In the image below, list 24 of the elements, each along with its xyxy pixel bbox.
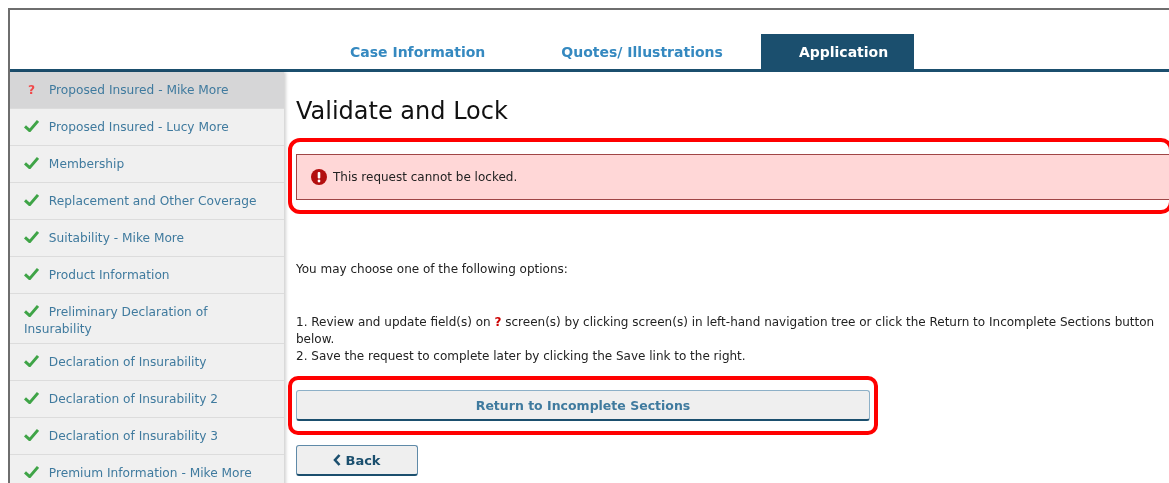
tab[interactable]: Application <box>760 34 914 69</box>
sidebar-item[interactable]: Membership <box>10 146 284 183</box>
tab[interactable]: Quotes/ Illustrations <box>523 34 761 69</box>
sidebar-item[interactable]: ? Proposed Insured - Mike More <box>10 72 284 109</box>
sidebar-item[interactable]: Product Information <box>10 257 284 294</box>
error-icon <box>311 169 327 185</box>
sidebar-item[interactable]: Declaration of Insurability 2 <box>10 381 284 418</box>
option-text: 1. Review and update field(s) on ? screen(s) by clicking screen(s) in left-hand navigation tree or click the Return to Incomplete Sections button below. <box>296 314 1156 348</box>
option-text: 2. Save the request to complete later by clicking the Save link to the right. <box>296 348 747 365</box>
sidebar-item[interactable]: Preliminary Declaration of Insurability <box>10 294 284 344</box>
question-mark-icon: ? <box>28 83 36 97</box>
sidebar-item[interactable]: Replacement and Other Coverage <box>10 183 284 220</box>
return-button[interactable]: Return to Incomplete Sections <box>296 390 870 421</box>
sidebar-item[interactable]: Proposed Insured - Lucy More <box>10 109 284 146</box>
sidebar-item[interactable]: Declaration of Insurability 3 <box>10 418 284 455</box>
instruction-text: You may choose one of the following options: <box>296 261 569 278</box>
sidebar-item[interactable]: Premium Information - Mike More <box>10 455 284 483</box>
page-title: Validate and Lock <box>296 97 509 125</box>
tab[interactable]: Case Information <box>312 34 524 69</box>
sidebar-item[interactable]: Declaration of Insurability <box>10 344 284 381</box>
alert-message: This request cannot be locked. <box>333 170 518 184</box>
sidebar-item[interactable]: Suitability - Mike More <box>10 220 284 257</box>
chevron-left-icon <box>333 454 342 466</box>
back-button[interactable]: Back <box>296 445 418 476</box>
